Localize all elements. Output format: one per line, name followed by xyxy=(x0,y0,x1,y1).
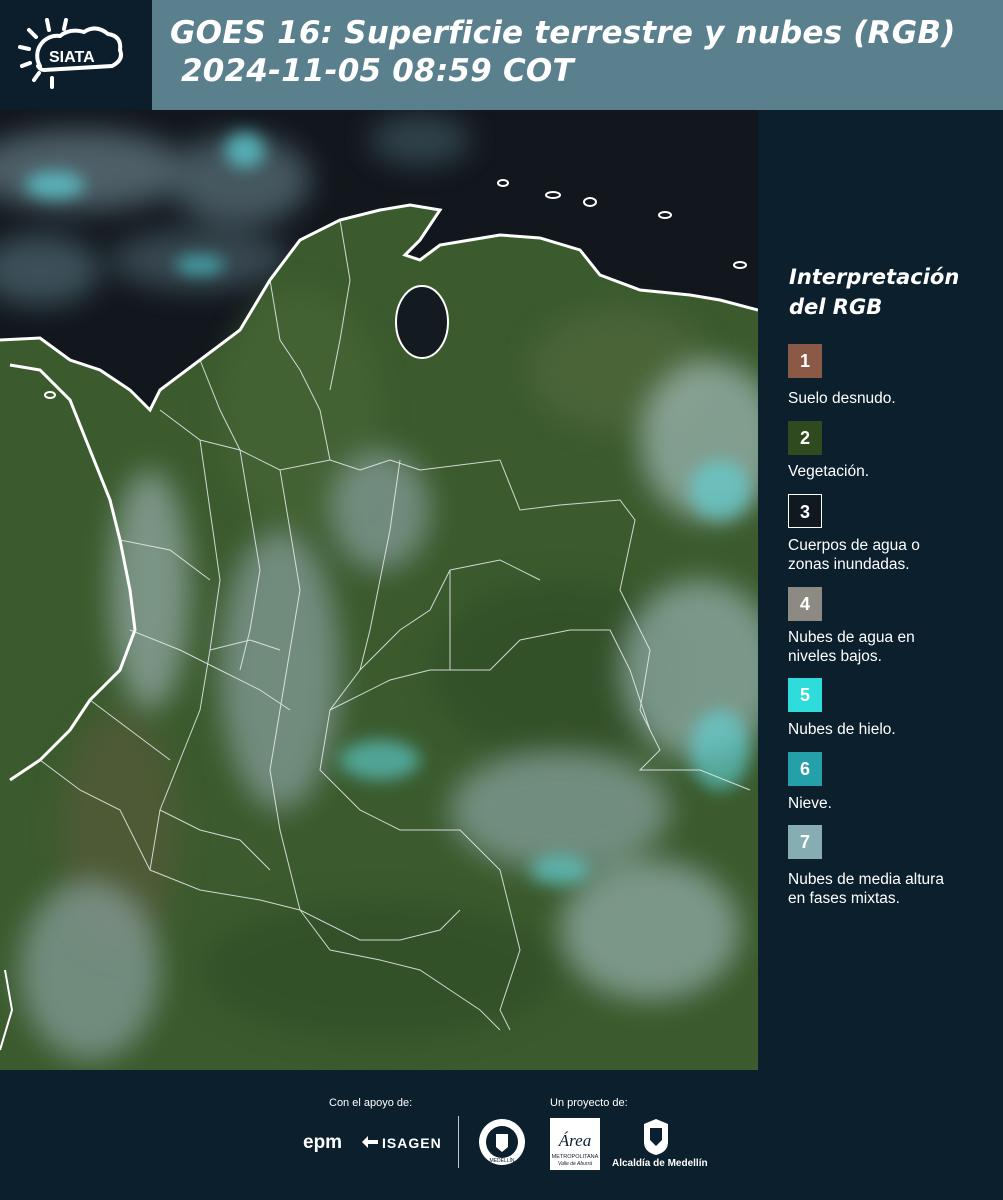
legend-label-2: Vegetación. xyxy=(788,462,998,481)
legend-label-6: Nieve. xyxy=(788,794,998,813)
project-label: Un proyecto de: xyxy=(550,1097,628,1109)
support-label: Con el apoyo de: xyxy=(329,1097,413,1109)
legend-label-line-1: Nubes de media altura xyxy=(788,871,944,888)
alcaldia-crest-icon xyxy=(644,1119,668,1155)
legend-panel: Interpretación del RGB 1 Suelo desnudo. 2 V… xyxy=(758,110,1003,1070)
area-text: Área xyxy=(558,1131,591,1150)
legend-label-line-1: Nubes de hielo. xyxy=(788,721,896,738)
legend-label-line-2: niveles bajos. xyxy=(788,648,882,665)
isagen-icon xyxy=(362,1136,378,1148)
legend-swatch-2: 2 xyxy=(788,421,822,455)
medellin-seal-icon[interactable]: MEDELLÍN xyxy=(477,1117,527,1167)
title-line-2: 2024-11-05 08:59 COT xyxy=(170,53,574,89)
seal-text: MEDELLÍN xyxy=(489,1157,514,1164)
legend-label-line-1: Nieve. xyxy=(788,795,832,812)
legend-label-3: Cuerpos de agua o zonas inundadas. xyxy=(788,536,998,574)
sun-cloud-icon: SIATA xyxy=(18,18,123,89)
area-sub1: METROPOLITANA xyxy=(552,1154,599,1160)
epm-logo[interactable]: epm xyxy=(303,1132,342,1154)
legend-swatch-6: 6 xyxy=(788,752,822,786)
legend-label-5: Nubes de hielo. xyxy=(788,720,998,739)
alcaldia-logo[interactable]: Alcaldía de Medellín xyxy=(612,1158,708,1169)
footer: Con el apoyo de: Un proyecto de: epm ISA… xyxy=(0,1070,1003,1200)
satellite-image xyxy=(0,110,758,1070)
legend-swatch-3: 3 xyxy=(788,494,822,528)
legend-label-1: Suelo desnudo. xyxy=(788,389,998,408)
legend-title-line-2: del RGB xyxy=(789,295,883,319)
legend-label-7: Nubes de media altura en fases mixtas. xyxy=(788,870,998,908)
legend-label-line-1: Nubes de agua en xyxy=(788,629,915,646)
area-sub2: Valle de Aburrá xyxy=(558,1161,592,1167)
legend-swatch-4: 4 xyxy=(788,587,822,621)
legend-swatch-1: 1 xyxy=(788,344,822,378)
siata-logo[interactable]: SIATA xyxy=(0,0,152,110)
area-metropolitana-logo[interactable]: Área METROPOLITANA Valle de Aburrá xyxy=(550,1118,600,1170)
page-title: GOES 16: Superficie terrestre y nubes (R… xyxy=(170,14,956,90)
legend-label-line-2: zonas inundadas. xyxy=(788,556,910,573)
isagen-logo[interactable]: ISAGEN xyxy=(382,1135,442,1151)
legend-title: Interpretación del RGB xyxy=(789,262,959,322)
logo-text: SIATA xyxy=(49,49,95,66)
legend-swatch-7: 7 xyxy=(788,825,822,859)
legend-label-line-1: Vegetación. xyxy=(788,463,870,480)
legend-label-line-2: en fases mixtas. xyxy=(788,890,900,907)
legend-label-line-1: Suelo desnudo. xyxy=(788,390,896,407)
title-line-1: GOES 16: Superficie terrestre y nubes (R… xyxy=(170,15,956,51)
legend-swatch-5: 5 xyxy=(788,678,822,712)
legend-title-line-1: Interpretación xyxy=(789,265,960,289)
satellite-map[interactable] xyxy=(0,110,758,1070)
legend-label-line-1: Cuerpos de agua o xyxy=(788,537,920,554)
footer-divider xyxy=(458,1116,459,1168)
legend-label-4: Nubes de agua en niveles bajos. xyxy=(788,628,998,666)
header: SIATA GOES 16: Superficie terrestre y nu… xyxy=(0,0,1003,110)
